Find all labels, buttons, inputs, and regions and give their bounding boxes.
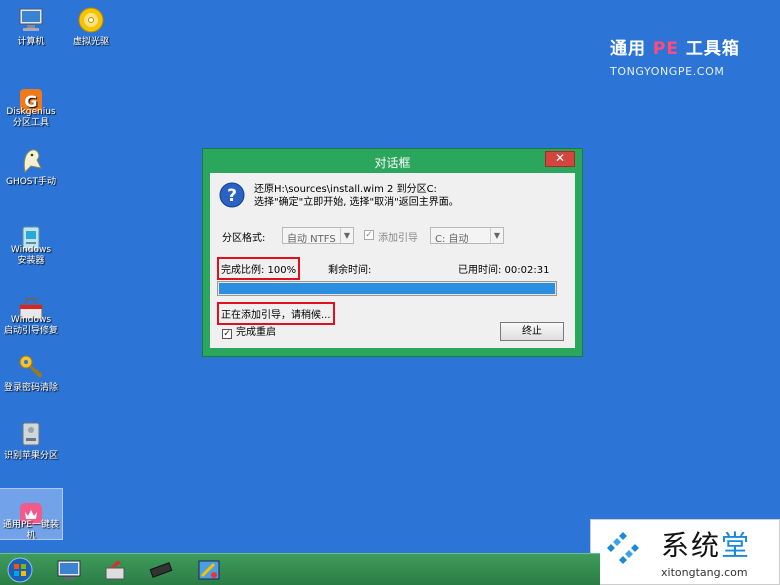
progress-fill [219, 283, 555, 294]
add-boot-label: 添加引导 [378, 233, 418, 244]
key-icon [17, 352, 45, 380]
installer-icon [17, 214, 45, 252]
chevron-down-icon: ▼ [340, 228, 353, 243]
desktop-icon-password-clear[interactable]: 登录密码清除 [0, 352, 62, 394]
desktop-icon-label: GHOST手动 [5, 177, 57, 187]
diskgenius-icon: G [17, 76, 45, 113]
ghost-icon [17, 146, 45, 174]
boot-target-select[interactable]: C: 自动 ▼ [430, 227, 504, 245]
desktop-icon-apple-partition[interactable]: 识别苹果分区 [0, 420, 62, 462]
desktop-icon-label: 通用PE一键装 机 [2, 520, 60, 541]
partition-format-label: 分区格式: [222, 233, 266, 244]
restart-label: 完成重启 [236, 327, 276, 338]
desktop-icon-label: 虚拟光驱 [72, 37, 109, 47]
desktop-icon-virtual-drive[interactable]: 虚拟光驱 [60, 6, 122, 48]
desktop-icon-label: Diskgenius 分区工具 [6, 107, 56, 128]
restart-option[interactable]: ✓ 完成重启 [222, 323, 276, 339]
desktop-icon-diskgenius[interactable]: G Diskgenius 分区工具 [0, 76, 62, 129]
windows-logo-icon [601, 528, 645, 572]
brand-domain: TONGYONGPE.COM [610, 65, 725, 78]
close-button[interactable]: ✕ [545, 151, 575, 167]
computer-icon [17, 6, 45, 34]
toolbox-icon [17, 284, 45, 320]
desktop-icon-label: 计算机 [17, 37, 45, 47]
desktop-icon-ghost[interactable]: GHOST手动 [0, 146, 62, 188]
dialog-titlebar[interactable]: 对话框 ✕ [203, 149, 582, 173]
taskbar-memory-icon[interactable] [148, 558, 174, 582]
restore-dialog: 对话框 ✕ ? 还原H:\sources\install.wim 2 到分区C:… [202, 148, 583, 357]
partition-options-row: 分区格式: 自动 NTFS ▼ ✓ 添加引导 C: 自动 ▼ [222, 227, 562, 247]
stop-button[interactable]: 终止 [500, 322, 564, 341]
dialog-client: ? 还原H:\sources\install.wim 2 到分区C: 选择"确定… [210, 173, 575, 348]
harddisk-icon [17, 420, 45, 448]
restart-checkbox[interactable]: ✓ [222, 329, 232, 339]
complete-ratio: 完成比例: 100% [217, 257, 301, 280]
desktop-icon-label: 识别苹果分区 [3, 451, 58, 461]
desktop-icon-onekey-install[interactable]: 通用PE一键装 机 [0, 488, 63, 541]
partition-format-select[interactable]: 自动 NTFS ▼ [282, 227, 354, 245]
taskbar-monitor-icon[interactable] [56, 558, 82, 582]
desktop-icon-label: Windows 启动引导修复 [3, 315, 58, 336]
question-icon: ? [219, 182, 245, 208]
add-boot-checkbox[interactable]: ✓ [364, 230, 374, 240]
elapsed-time: 已用时间: 00:02:31 [458, 265, 550, 276]
desktop-icon-label: 登录密码清除 [3, 383, 58, 393]
brand-logo: 通用 PE 工具箱 TONGYONGPE.COM [610, 34, 740, 78]
dialog-title: 对话框 [374, 156, 411, 170]
desktop-icon-boot-repair[interactable]: Windows 启动引导修复 [0, 284, 62, 337]
brand-name: 通用 PE 工具箱 [610, 39, 740, 59]
desktop-icon-label: Windows 安装器 [10, 245, 52, 266]
remaining-time: 剩余时间: [328, 265, 372, 276]
watermark-title: 系统堂 [661, 529, 752, 562]
taskbar [0, 553, 600, 585]
desktop-icon-computer[interactable]: 计算机 [0, 6, 62, 48]
watermark-logo: 系统堂 xitongtang.com [590, 519, 780, 585]
dialog-message: 还原H:\sources\install.wim 2 到分区C: 选择"确定"立… [254, 184, 459, 208]
status-text: 正在添加引导，请稍候... [217, 302, 335, 325]
desktop-icon-windows-installer[interactable]: Windows 安装器 [0, 214, 62, 267]
start-button[interactable] [5, 556, 35, 584]
disc-icon [77, 6, 105, 34]
onekey-install-icon [17, 489, 45, 525]
svg-text:?: ? [227, 186, 237, 206]
chevron-down-icon: ▼ [490, 228, 503, 243]
taskbar-tool-icon[interactable] [196, 558, 222, 582]
taskbar-paint-icon[interactable] [102, 558, 128, 582]
watermark-domain: xitongtang.com [661, 566, 748, 579]
progress-bar [217, 281, 557, 296]
